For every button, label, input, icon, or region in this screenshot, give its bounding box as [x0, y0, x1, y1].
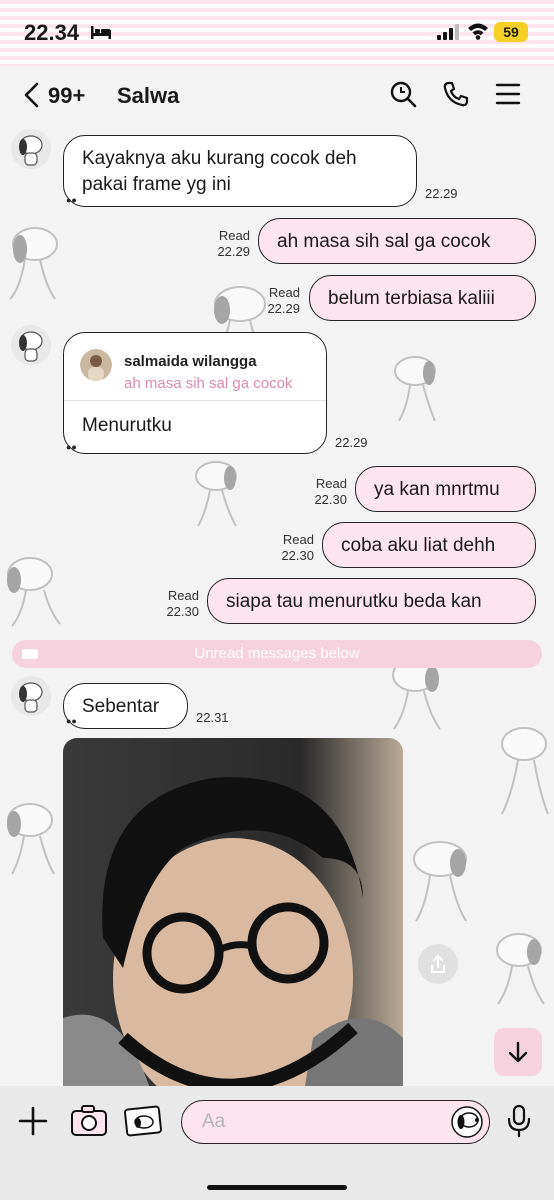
microphone-icon[interactable]	[506, 1104, 532, 1138]
reply-message-bubble[interactable]: salmaida wilangga ah masa sih sal ga coc…	[63, 332, 327, 454]
contact-avatar[interactable]	[11, 325, 51, 365]
message-bubble-incoming[interactable]: Kayaknya aku kurang cocok deh pakai fram…	[63, 135, 417, 207]
message-bubble-incoming[interactable]: Sebentar	[63, 683, 188, 729]
snoopy-doodle-icon	[496, 933, 545, 1005]
label-icon	[22, 649, 38, 659]
contact-avatar[interactable]	[11, 676, 51, 716]
sleep-focus-icon	[91, 26, 111, 39]
message-text: pakai frame yg ini	[82, 174, 231, 195]
snoopy-doodle-icon	[394, 356, 436, 422]
unread-messages-banner: Unread messages below	[12, 640, 542, 668]
snoopy-doodle-icon	[7, 557, 61, 627]
camera-icon[interactable]	[70, 1104, 108, 1138]
read-receipt: Read	[268, 285, 300, 300]
scroll-to-bottom-button[interactable]	[494, 1028, 542, 1076]
message-bubble-outgoing[interactable]: siapa tau menurutku beda kan	[207, 578, 536, 624]
message-input-container[interactable]	[181, 1100, 490, 1144]
photo-message[interactable]	[63, 738, 403, 1086]
search-icon[interactable]	[389, 80, 417, 108]
contact-avatar[interactable]	[11, 129, 51, 169]
phone-icon[interactable]	[442, 80, 470, 108]
chat-header: 99+ Salwa	[0, 66, 554, 124]
chat-title: Salwa	[117, 83, 180, 108]
menu-icon[interactable]	[494, 80, 522, 108]
message-text: Menurutku	[82, 415, 172, 436]
gallery-icon[interactable]	[124, 1104, 164, 1138]
message-time: 22.30	[281, 548, 314, 563]
message-text: Kayaknya aku kurang cocok deh	[82, 148, 357, 169]
message-text: coba aku liat dehh	[341, 535, 496, 556]
message-time: 22.31	[196, 710, 229, 725]
read-receipt: Read	[282, 532, 314, 547]
composer-bar	[0, 1086, 554, 1200]
paw-icon: ●●	[66, 442, 77, 452]
message-time: 22.29	[217, 244, 250, 259]
message-bubble-outgoing[interactable]: coba aku liat dehh	[322, 522, 536, 568]
plus-icon[interactable]	[18, 1106, 48, 1136]
share-button[interactable]	[418, 944, 458, 984]
wifi-icon	[468, 23, 488, 40]
message-text: siapa tau menurutku beda kan	[226, 591, 482, 612]
message-input[interactable]	[202, 1111, 422, 1133]
read-receipt: Read	[315, 476, 347, 491]
message-time: 22.30	[166, 604, 199, 619]
sticker-icon[interactable]	[451, 1106, 483, 1138]
quoted-message[interactable]: salmaida wilangga ah masa sih sal ga coc…	[64, 333, 326, 401]
snoopy-doodle-icon	[7, 803, 55, 875]
message-time: 22.29	[425, 186, 458, 201]
battery-indicator: 59	[494, 22, 528, 42]
quoted-text: ah masa sih sal ga cocok	[124, 375, 293, 392]
status-time: 22.34	[24, 20, 80, 45]
read-receipt: Read	[218, 228, 250, 243]
read-receipt: Read	[167, 588, 199, 603]
status-bar: 22.34 59	[0, 0, 554, 66]
message-text: belum terbiasa kaliii	[328, 288, 495, 309]
message-bubble-outgoing[interactable]: ya kan mnrtmu	[355, 466, 536, 512]
chat-area[interactable]: Kayaknya aku kurang cocok deh pakai fram…	[0, 124, 554, 1086]
message-text: Sebentar	[82, 696, 160, 717]
arrow-down-icon	[508, 1041, 528, 1063]
snoopy-doodle-icon	[195, 461, 237, 527]
unread-banner-text: Unread messages below	[194, 645, 360, 662]
message-time: 22.29	[335, 435, 368, 450]
message-bubble-outgoing[interactable]: ah masa sih sal ga cocok	[258, 218, 536, 264]
snoopy-doodle-icon	[413, 841, 467, 922]
message-text: ya kan mnrtmu	[374, 479, 500, 500]
home-indicator	[207, 1185, 347, 1190]
message-text: ah masa sih sal ga cocok	[277, 231, 491, 252]
unread-chats-count[interactable]: 99+	[48, 83, 85, 109]
snoopy-doodle-icon	[501, 727, 549, 815]
signal-icon	[437, 24, 459, 40]
paw-icon: ●●	[66, 716, 77, 726]
snoopy-doodle-icon	[9, 227, 58, 300]
quoted-sender-avatar	[80, 349, 112, 381]
paw-icon: ●●	[66, 195, 77, 205]
share-icon	[431, 954, 445, 973]
message-time: 22.29	[267, 301, 300, 316]
message-bubble-outgoing[interactable]: belum terbiasa kaliii	[309, 275, 536, 321]
message-time: 22.30	[314, 492, 347, 507]
back-chevron-icon[interactable]	[22, 82, 40, 108]
